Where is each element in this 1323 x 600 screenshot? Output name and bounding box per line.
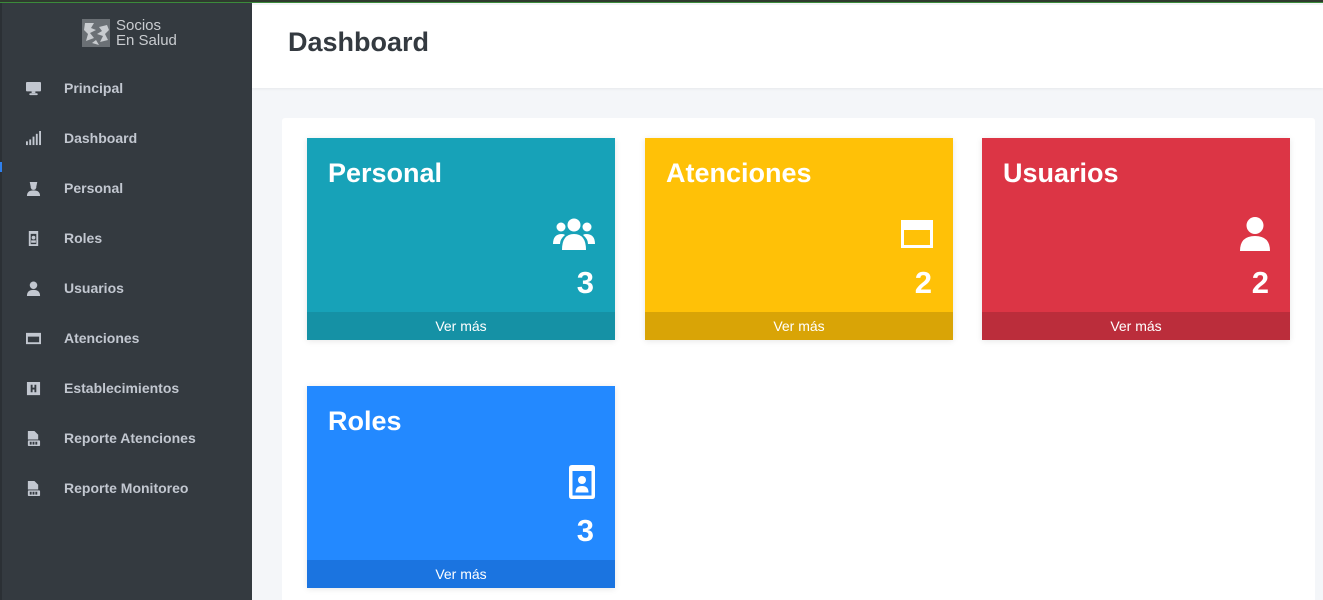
window-icon bbox=[891, 217, 933, 253]
sidebar-item-label: Reporte Atenciones bbox=[64, 430, 196, 446]
dashboard-panel: Personal 3 Ver más Atenciones 2 Ver más … bbox=[282, 118, 1315, 600]
brand-line-1: Socios bbox=[116, 17, 162, 34]
brand-name: Socios En Salud bbox=[116, 18, 177, 48]
tile-count: 3 bbox=[576, 513, 594, 548]
user-icon bbox=[25, 280, 41, 296]
sidebar-item-dashboard[interactable]: Dashboard bbox=[0, 113, 252, 163]
tile-personal: Personal 3 Ver más bbox=[307, 138, 615, 340]
tile-usuarios: Usuarios 2 Ver más bbox=[982, 138, 1290, 340]
logo-icon bbox=[82, 19, 110, 47]
ver-mas-link[interactable]: Ver más bbox=[307, 312, 615, 340]
tile-title: Roles bbox=[328, 406, 402, 436]
sidebar: Socios En Salud Principal Dashboard Pers… bbox=[0, 0, 252, 600]
sidebar-item-atenciones[interactable]: Atenciones bbox=[0, 313, 252, 363]
sidebar-item-label: Usuarios bbox=[64, 280, 124, 296]
sidebar-item-roles[interactable]: Roles bbox=[0, 213, 252, 263]
sidebar-item-reporte-atenciones[interactable]: Reporte Atenciones bbox=[0, 413, 252, 463]
id-badge-icon bbox=[553, 465, 595, 501]
file-pdf-icon bbox=[25, 480, 41, 496]
tile-atenciones: Atenciones 2 Ver más bbox=[645, 138, 953, 340]
sidebar-item-label: Atenciones bbox=[64, 330, 140, 346]
hospital-icon bbox=[25, 380, 41, 396]
page-title: Dashboard bbox=[288, 27, 430, 57]
sidebar-item-establecimientos[interactable]: Establecimientos bbox=[0, 363, 252, 413]
brand-line-2: En Salud bbox=[116, 32, 177, 49]
desktop-icon bbox=[25, 80, 41, 96]
window-icon bbox=[25, 330, 41, 346]
sidebar-item-label: Establecimientos bbox=[64, 380, 180, 396]
sidebar-item-label: Reporte Monitoreo bbox=[64, 480, 189, 496]
tile-roles: Roles 3 Ver más bbox=[307, 386, 615, 588]
users-icon bbox=[553, 217, 595, 253]
sidebar-item-label: Roles bbox=[64, 230, 103, 246]
sidebar-item-reporte-monitoreo[interactable]: Reporte Monitoreo bbox=[0, 463, 252, 513]
sidebar-item-label: Principal bbox=[64, 80, 124, 96]
ver-mas-link[interactable]: Ver más bbox=[982, 312, 1290, 340]
id-badge-icon bbox=[25, 230, 41, 246]
tile-title: Usuarios bbox=[1003, 158, 1119, 188]
tile-title: Personal bbox=[328, 158, 443, 188]
file-pdf-icon bbox=[25, 430, 41, 446]
user-nurse-icon bbox=[25, 180, 41, 196]
sidebar-item-usuarios[interactable]: Usuarios bbox=[0, 263, 252, 313]
content-header: Dashboard bbox=[252, 5, 1323, 88]
user-icon bbox=[1228, 217, 1270, 253]
tile-count: 2 bbox=[914, 265, 932, 300]
tile-title: Atenciones bbox=[666, 158, 812, 188]
window-top-border bbox=[0, 0, 1323, 3]
sidebar-item-principal[interactable]: Principal bbox=[0, 63, 252, 113]
tile-count: 3 bbox=[576, 265, 594, 300]
tile-count: 2 bbox=[1251, 265, 1269, 300]
sidebar-item-label: Dashboard bbox=[64, 130, 138, 146]
ver-mas-link[interactable]: Ver más bbox=[307, 560, 615, 588]
brand-link[interactable]: Socios En Salud bbox=[82, 16, 177, 50]
sidebar-nav: Principal Dashboard Personal Roles Usuar… bbox=[0, 63, 252, 513]
signal-icon bbox=[25, 130, 41, 146]
sidebar-item-label: Personal bbox=[64, 180, 124, 196]
ver-mas-link[interactable]: Ver más bbox=[645, 312, 953, 340]
sidebar-item-personal[interactable]: Personal bbox=[0, 163, 252, 213]
